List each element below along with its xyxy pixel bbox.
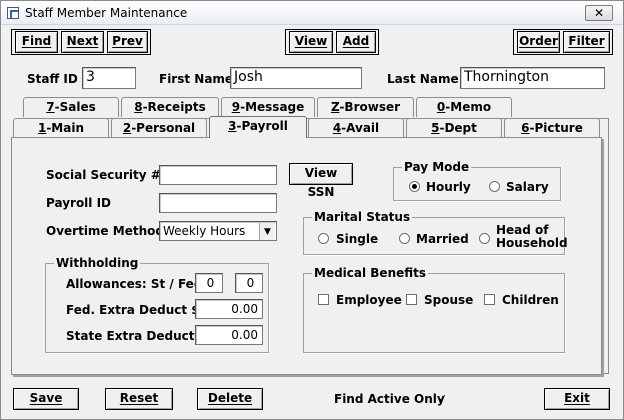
tab-message[interactable]: 9-Message xyxy=(221,97,315,117)
window-title: Staff Member Maintenance xyxy=(25,6,188,20)
single-radio[interactable] xyxy=(318,233,329,244)
salary-label[interactable]: Salary xyxy=(506,180,549,194)
overtime-method-select[interactable]: Weekly Hours ▼ xyxy=(159,221,277,241)
save-button[interactable]: Save xyxy=(13,388,79,410)
withholding-title: Withholding xyxy=(54,256,141,270)
fed-extra-deduct-field[interactable]: 0.00 xyxy=(195,299,263,319)
employee-label[interactable]: Employee xyxy=(336,293,402,307)
next-button[interactable]: Next xyxy=(61,31,104,53)
children-label[interactable]: Children xyxy=(502,293,559,307)
find-button[interactable]: Find xyxy=(15,31,58,53)
chevron-down-icon[interactable]: ▼ xyxy=(259,223,275,240)
hourly-label[interactable]: Hourly xyxy=(426,180,471,194)
last-name-label: Last Name xyxy=(387,72,459,86)
ssn-field[interactable] xyxy=(159,165,277,185)
exit-button[interactable]: Exit xyxy=(544,388,610,410)
spouse-checkbox[interactable] xyxy=(406,294,417,305)
fed-allowance-field[interactable]: 0 xyxy=(235,273,263,293)
payroll-panel: Social Security # View SSN Payroll ID Ov… xyxy=(11,137,602,375)
find-active-only-checkbox[interactable]: ✓ xyxy=(437,393,448,405)
tab-browser[interactable]: Z-Browser xyxy=(317,97,414,117)
reset-button[interactable]: Reset xyxy=(105,388,173,410)
find-active-only-label[interactable]: Find Active Only xyxy=(334,392,445,406)
title-bar: Staff Member Maintenance ✕ xyxy=(1,1,623,25)
first-name-label: First Name xyxy=(159,72,234,86)
tab-picture[interactable]: 6-Picture xyxy=(504,118,600,138)
fed-extra-deduct-label: Fed. Extra Deduct $ xyxy=(66,303,200,317)
spouse-label[interactable]: Spouse xyxy=(424,293,473,307)
tab-payroll[interactable]: 3-Payroll xyxy=(209,116,307,138)
staff-maintenance-window: Staff Member Maintenance ✕ Find Next Pre… xyxy=(0,0,624,420)
payroll-id-field[interactable] xyxy=(159,193,277,213)
state-extra-deduct-label: State Extra Deduct $ xyxy=(66,329,208,343)
staff-id-field[interactable]: 3 xyxy=(82,67,136,89)
app-icon xyxy=(7,7,19,19)
close-button[interactable]: ✕ xyxy=(585,5,613,21)
single-label[interactable]: Single xyxy=(336,232,378,246)
allowances-label: Allowances: St / Fed xyxy=(66,277,203,291)
married-radio[interactable] xyxy=(399,233,410,244)
tab-sales[interactable]: 7-Sales xyxy=(23,97,119,117)
salary-radio[interactable] xyxy=(489,181,500,192)
medical-benefits-group: Medical Benefits xyxy=(303,266,565,353)
head-of-household-radio[interactable] xyxy=(479,233,490,244)
add-button[interactable]: Add xyxy=(336,31,376,53)
view-ssn-button[interactable]: View SSN xyxy=(289,163,353,199)
overtime-method-label: Overtime Method xyxy=(46,224,164,238)
marital-status-title: Marital Status xyxy=(312,210,413,224)
staff-id-label: Staff ID xyxy=(27,72,78,86)
hourly-radio[interactable] xyxy=(409,181,420,192)
tab-memo[interactable]: 0-Memo xyxy=(416,97,512,117)
pay-mode-title: Pay Mode xyxy=(402,160,472,174)
filter-button[interactable]: Filter xyxy=(563,31,610,53)
ssn-label: Social Security # xyxy=(46,168,161,182)
last-name-field[interactable]: Thornington xyxy=(460,67,605,89)
head-of-household-label[interactable]: Head of Household xyxy=(496,224,568,250)
children-checkbox[interactable] xyxy=(484,294,495,305)
medical-benefits-title: Medical Benefits xyxy=(312,266,429,280)
tab-receipts[interactable]: 8-Receipts xyxy=(121,97,219,117)
prev-button[interactable]: Prev xyxy=(107,31,148,53)
close-icon: ✕ xyxy=(593,6,605,20)
view-button[interactable]: View xyxy=(289,31,333,53)
delete-button[interactable]: Delete xyxy=(197,388,263,410)
tab-avail[interactable]: 4-Avail xyxy=(308,118,404,138)
state-extra-deduct-field[interactable]: 0.00 xyxy=(195,325,263,345)
order-button[interactable]: Order xyxy=(517,31,560,53)
married-label[interactable]: Married xyxy=(416,232,469,246)
tab-main[interactable]: 1-Main xyxy=(13,118,109,138)
payroll-id-label: Payroll ID xyxy=(46,196,112,210)
employee-checkbox[interactable] xyxy=(318,294,329,305)
state-allowance-field[interactable]: 0 xyxy=(195,273,223,293)
tab-dept[interactable]: 5-Dept xyxy=(406,118,502,138)
tab-personal[interactable]: 2-Personal xyxy=(111,118,207,138)
first-name-field[interactable]: Josh xyxy=(230,67,362,89)
